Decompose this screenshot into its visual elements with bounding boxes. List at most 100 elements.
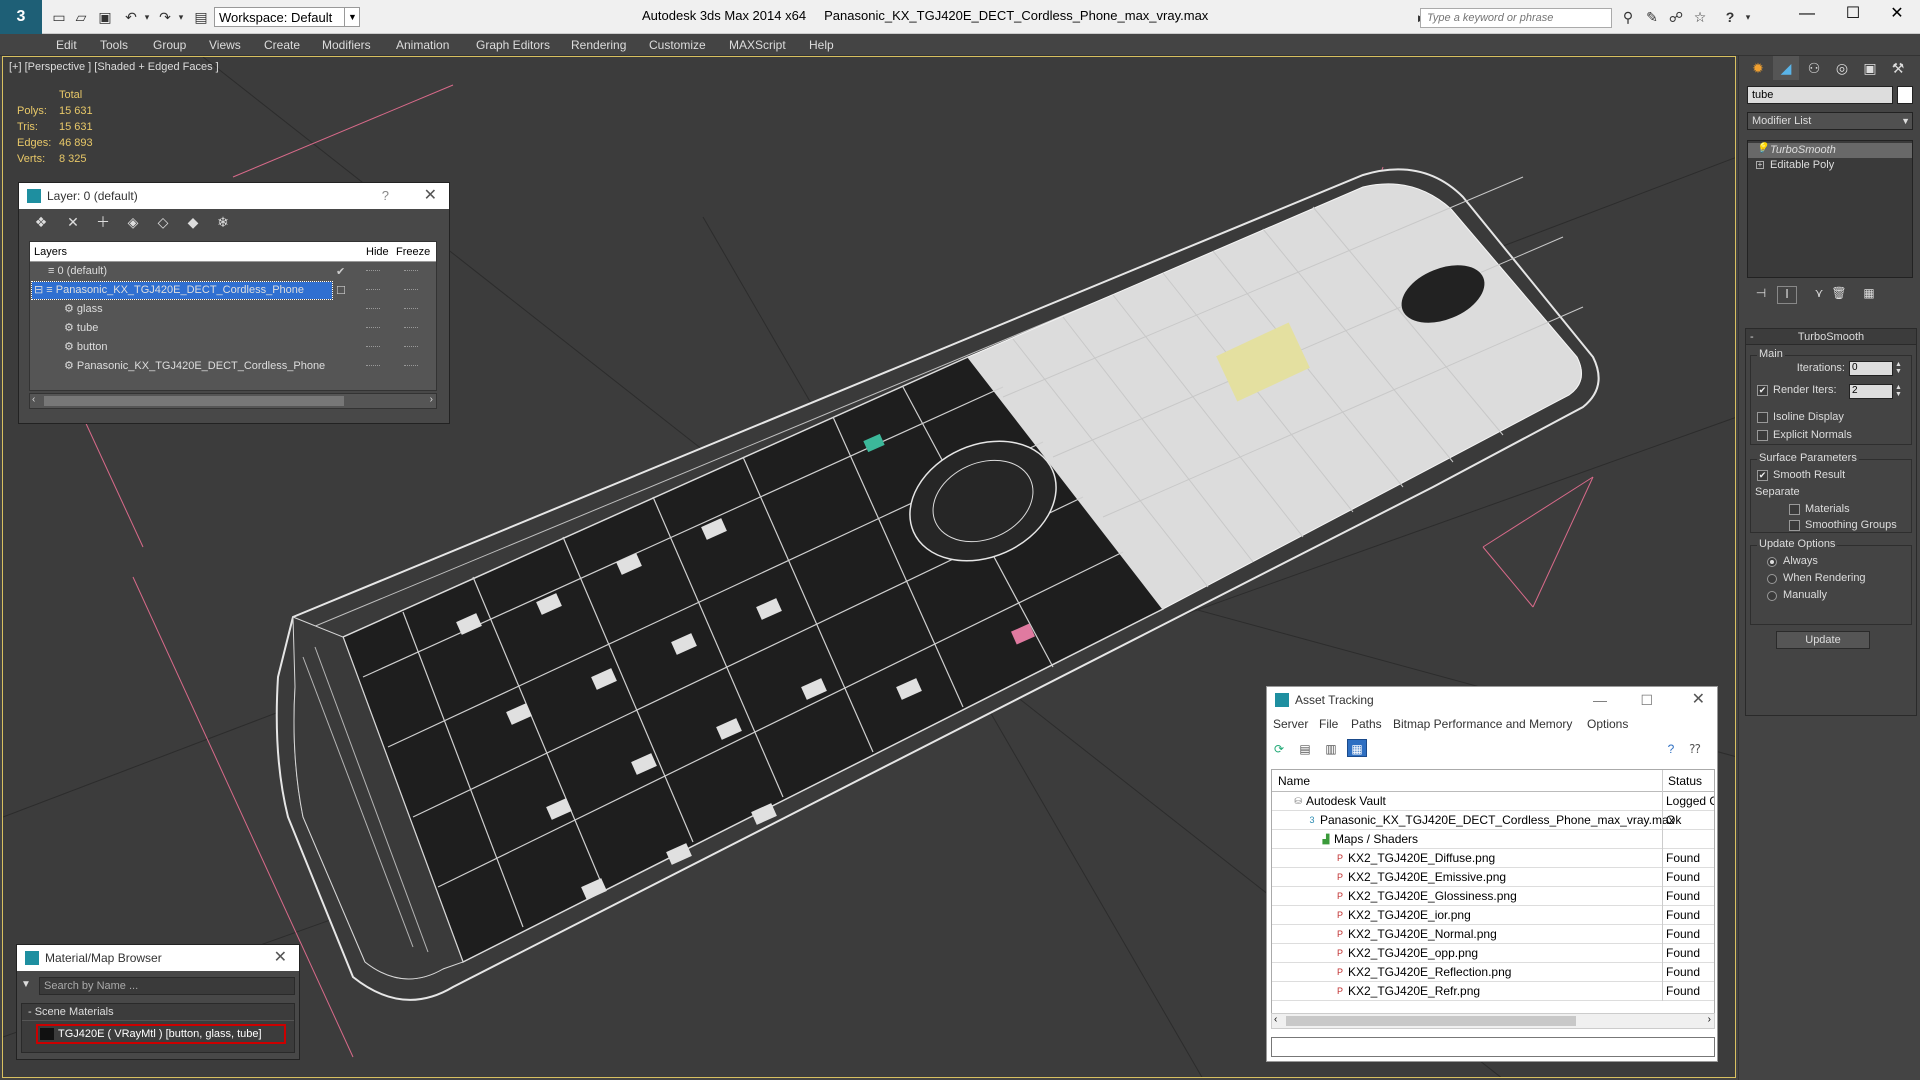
horizontal-scrollbar[interactable]: ‹ › (29, 393, 437, 409)
column-status[interactable]: Status (1668, 774, 1702, 788)
close-icon[interactable]: ✕ (274, 945, 287, 971)
viewport-label[interactable]: [+] [Perspective ] [Shaded + Edged Faces… (9, 61, 219, 73)
binoculars-icon[interactable]: ⚲ (1618, 9, 1638, 25)
table-row[interactable]: P KX2_TGJ420E_opp.png Found (1272, 944, 1714, 963)
table-row[interactable]: P KX2_TGJ420E_Glossiness.png Found (1272, 887, 1714, 906)
scene-materials-header[interactable]: - Scene Materials (22, 1004, 294, 1021)
menu-server[interactable]: Server (1273, 717, 1308, 731)
hide-toggle[interactable] (366, 270, 380, 272)
current-layer-checkbox[interactable]: ☐ (336, 284, 346, 297)
menu-tools[interactable]: Tools (100, 38, 128, 52)
search-box[interactable] (1420, 8, 1612, 28)
object-color-swatch[interactable] (1897, 86, 1913, 104)
freeze-toggle[interactable] (404, 289, 418, 291)
menu-bitmap-performance[interactable]: Bitmap Performance and Memory (1393, 717, 1572, 731)
table-row[interactable]: ⚙ tube (30, 319, 436, 338)
column-name[interactable]: Name (1278, 774, 1310, 788)
horizontal-scrollbar[interactable]: ‹ › (1271, 1013, 1715, 1029)
maximize-icon[interactable]: ☐ (1640, 687, 1653, 713)
project-folder-icon[interactable]: ▤ (192, 9, 210, 25)
create-layer-icon[interactable]: ❖ (31, 213, 51, 231)
scrollbar-thumb[interactable] (44, 396, 344, 406)
help-icon[interactable]: ? (382, 183, 389, 209)
remove-modifier-icon[interactable]: 🗑 (1829, 286, 1849, 304)
modify-tab-icon[interactable]: ◢ (1773, 56, 1799, 80)
modifier-list-dropdown[interactable]: Modifier List ▼ (1747, 112, 1913, 130)
materials-checkbox[interactable] (1789, 504, 1800, 515)
menu-help[interactable]: Help (809, 38, 834, 52)
show-end-result-icon[interactable]: Ⅰ (1777, 286, 1797, 304)
select-objects-icon[interactable]: ◈ (123, 213, 143, 231)
help-icon[interactable]: ? (1661, 739, 1681, 757)
smoothing-groups-checkbox[interactable] (1789, 520, 1800, 531)
workspace-dropdown[interactable]: Workspace: Default (214, 7, 360, 27)
lightbulb-icon[interactable]: 💡 (1756, 144, 1768, 154)
favorites-star-icon[interactable]: ☆ (1690, 9, 1710, 25)
table-row[interactable]: ▟ Maps / Shaders (1272, 830, 1714, 849)
make-unique-icon[interactable]: ⋎ (1809, 286, 1829, 304)
undo-dropdown-icon[interactable]: ▾ (138, 9, 156, 25)
highlight-layer-icon[interactable]: ◇ (153, 213, 173, 231)
rollout-header[interactable]: - TurboSmooth (1746, 329, 1916, 345)
column-hide[interactable]: Hide (366, 246, 389, 258)
freeze-toggle[interactable] (404, 365, 418, 367)
iterations-spinner[interactable]: 0 (1849, 361, 1893, 376)
configure-modifier-sets-icon[interactable]: ▦ (1859, 286, 1879, 304)
freeze-toggle[interactable] (404, 346, 418, 348)
menu-graph-editors[interactable]: Graph Editors (476, 38, 550, 52)
smooth-result-checkbox[interactable]: ✔ (1757, 470, 1768, 481)
options-menu-icon[interactable]: ▼ (21, 979, 31, 990)
motion-tab-icon[interactable]: ◎ (1829, 56, 1855, 80)
hide-all-icon[interactable]: ◆ (183, 213, 203, 231)
table-view-icon[interactable]: ▦ (1347, 739, 1367, 757)
help-icon[interactable]: ? (1720, 9, 1740, 25)
scroll-right-icon[interactable]: › (430, 394, 433, 405)
pin-stack-icon[interactable]: ⊣ (1751, 286, 1771, 304)
table-row[interactable]: P KX2_TGJ420E_Refr.png Found (1272, 982, 1714, 1001)
table-row[interactable]: P KX2_TGJ420E_Emissive.png Found (1272, 868, 1714, 887)
table-row[interactable]: P KX2_TGJ420E_Diffuse.png Found (1272, 849, 1714, 868)
table-row[interactable]: ⊟ ≡ Panasonic_KX_TGJ420E_DECT_Cordless_P… (30, 281, 436, 300)
freeze-toggle[interactable] (404, 327, 418, 329)
always-radio[interactable] (1767, 557, 1777, 567)
stack-item-editable-poly[interactable]: + Editable Poly (1748, 158, 1912, 173)
create-tab-icon[interactable]: ✹ (1745, 56, 1771, 80)
table-row[interactable]: ⚙ glass (30, 300, 436, 319)
hide-toggle[interactable] (366, 308, 380, 310)
object-name-field[interactable]: tube (1747, 86, 1893, 104)
table-row[interactable]: ⚙ Panasonic_KX_TGJ420E_DECT_Cordless_Pho… (30, 357, 436, 376)
hide-toggle[interactable] (366, 327, 380, 329)
material-browser-titlebar[interactable]: Material/Map Browser ✕ (17, 945, 299, 971)
current-layer-check-icon[interactable]: ✔ (336, 265, 345, 278)
display-tab-icon[interactable]: ▣ (1857, 56, 1883, 80)
chevron-down-icon[interactable]: ▼ (344, 7, 360, 27)
close-icon[interactable]: ✕ (1692, 687, 1705, 713)
expand-icon[interactable]: + (1756, 161, 1764, 169)
table-row[interactable]: P KX2_TGJ420E_ior.png Found (1272, 906, 1714, 925)
utilities-tab-icon[interactable]: ⚒ (1885, 56, 1911, 80)
menu-file[interactable]: File (1319, 717, 1338, 731)
menu-paths[interactable]: Paths (1351, 717, 1382, 731)
hierarchy-tab-icon[interactable]: ⚇ (1801, 56, 1827, 80)
help-dropdown-icon[interactable]: ▾ (1738, 9, 1758, 25)
table-row[interactable]: ⛁ Autodesk Vault Logged O (1272, 792, 1714, 811)
table-row[interactable]: P KX2_TGJ420E_Normal.png Found (1272, 925, 1714, 944)
minimize-icon[interactable]: — (1784, 0, 1830, 30)
isoline-display-checkbox[interactable] (1757, 412, 1768, 423)
scroll-left-icon[interactable]: ‹ (1274, 1014, 1277, 1025)
list-view-icon[interactable]: ▤ (1295, 739, 1315, 757)
menu-maxscript[interactable]: MAXScript (729, 38, 786, 52)
table-row[interactable]: P KX2_TGJ420E_Reflection.png Found (1272, 963, 1714, 982)
explicit-normals-checkbox[interactable] (1757, 430, 1768, 441)
spinner-arrows-icon[interactable]: ▲ ▼ (1895, 384, 1903, 399)
layer-dialog-titlebar[interactable]: Layer: 0 (default) ? ✕ (19, 183, 449, 209)
close-icon[interactable]: ✕ (424, 183, 437, 209)
table-row[interactable]: 3 Panasonic_KX_TGJ420E_DECT_Cordless_Phon… (1272, 811, 1714, 830)
context-help-icon[interactable]: ⁇ (1685, 739, 1705, 757)
asset-tracking-titlebar[interactable]: Asset Tracking — ☐ ✕ (1267, 687, 1717, 713)
hide-toggle[interactable] (366, 289, 380, 291)
menu-options[interactable]: Options (1587, 717, 1628, 731)
material-search-input[interactable]: Search by Name ... (39, 977, 295, 995)
save-file-icon[interactable]: ▣ (96, 9, 114, 25)
freeze-toggle[interactable] (404, 270, 418, 272)
